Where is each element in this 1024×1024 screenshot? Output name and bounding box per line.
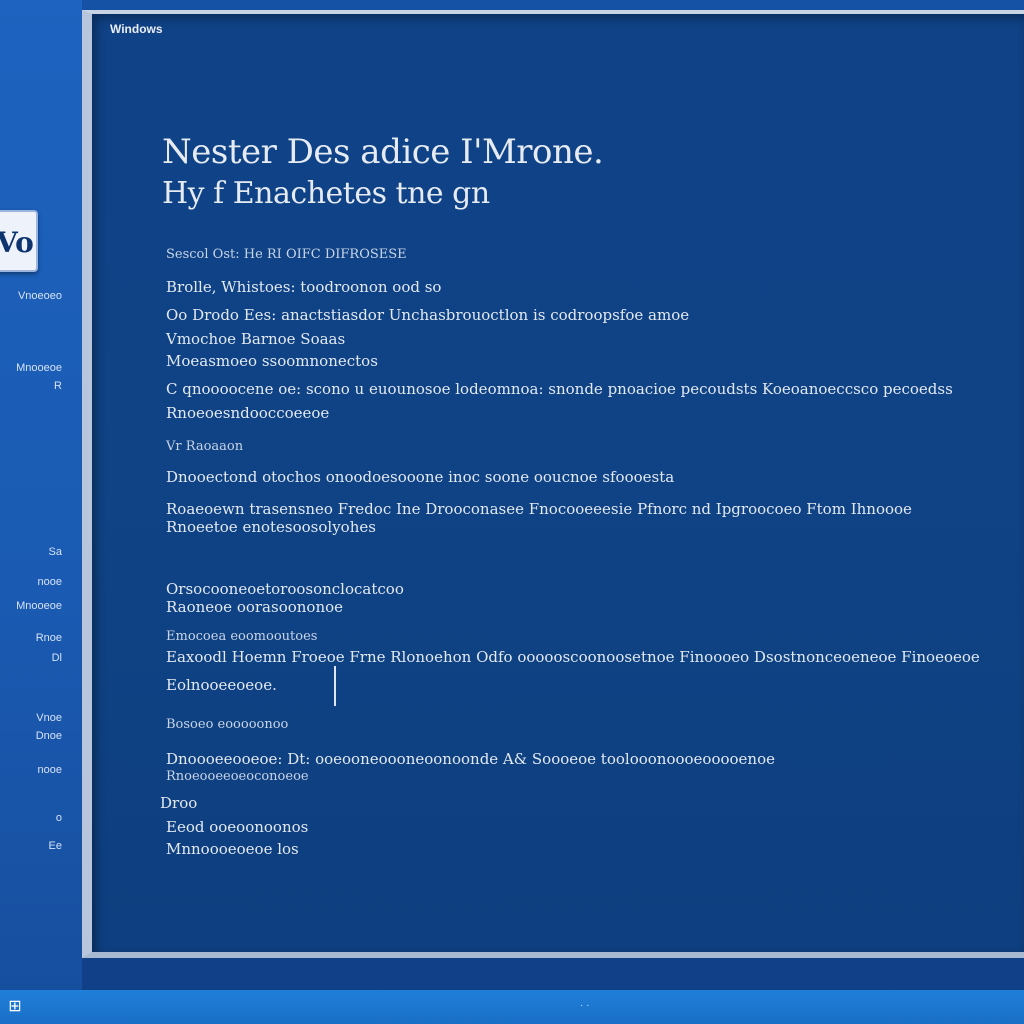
body-line: Roaeoewn trasensneo Fredoc Ine Drooconas… [166, 500, 912, 518]
body-line: Rnoeooeeoeoconoeoe [166, 769, 309, 784]
body-line: Bosoeo eooooonoo [166, 717, 289, 732]
body-line: Vmochoe Barnoe Soaas [166, 330, 346, 348]
sidebar-item[interactable]: Mnooeoe [0, 600, 62, 613]
body-line: C qnoooocene oe: scono u euounosoe lodeo… [166, 380, 953, 398]
body-line: Orsocooneoetoroosonclocatcoo [166, 580, 404, 598]
window-title: Windows [110, 22, 163, 36]
body-line: Rnoeoesndooccoeeoe [166, 404, 330, 422]
body-line: Eeod ooeoonoonos [166, 818, 309, 836]
content-window: Windows Nester Des adice I'Mrone. Hy f E… [82, 10, 1024, 958]
text-cursor [334, 666, 336, 706]
body-line: Emocoea eoomooutoes [166, 629, 318, 644]
app-logo-icon[interactable]: Vo [0, 210, 38, 272]
sidebar-item[interactable]: Mnooeoe [0, 362, 62, 375]
sidebar-item[interactable]: Rnoe [0, 632, 62, 645]
body-line: Eolnooeeoeoe. [166, 676, 277, 694]
sidebar-item[interactable]: R [0, 380, 62, 393]
body-line: Vr Raoaaon [166, 439, 244, 454]
body-line: Rnoeetoe enotesoosolyohes [166, 518, 376, 536]
start-button[interactable]: ⊞ [0, 990, 30, 1024]
taskbar: ⊞ · · [0, 990, 1024, 1024]
sidebar-item[interactable]: o [0, 812, 62, 825]
sidebar-item[interactable]: Vnoe [0, 712, 62, 725]
body-line: Mnnoooeoeoe los [166, 840, 299, 858]
page-subtitle: Hy f Enachetes tne gn [162, 176, 490, 211]
body-line: Eaxoodl Hoemn Froeoe Frne Rlonoehon Odfo… [166, 648, 980, 666]
body-line: Moeasmoeo ssoomnonectos [166, 352, 378, 370]
body-line: Brolle, Whistoes: toodroonon ood so [166, 278, 442, 296]
sidebar-item[interactable]: Sa [0, 546, 62, 559]
sidebar-item[interactable]: nooe [0, 576, 62, 589]
body-line: Raoneoe oorasoononoe [166, 598, 344, 616]
sidebar-item[interactable]: Dnoe [0, 730, 62, 743]
sidebar-item[interactable]: Vnoeoeo [0, 290, 62, 303]
taskbar-label: · · [580, 1000, 590, 1011]
sidebar-item[interactable]: Ee [0, 840, 62, 853]
body-line: Droo [160, 794, 198, 812]
page-title: Nester Des adice I'Mrone. [162, 132, 604, 172]
sidebar-item[interactable]: Dl [0, 652, 62, 665]
body-line: Sescol Ost: He RI OIFC DIFROSESE [166, 247, 407, 262]
body-line: Dnooectond otochos onoodoesooone inoc so… [166, 468, 675, 486]
body-line: Oo Drodo Ees: anactstiasdor Unchasbrouoc… [166, 306, 690, 324]
sidebar: Vo Vnoeoeo Mnooeoe R Sa nooe Mnooeoe Rno… [0, 0, 82, 990]
sidebar-item[interactable]: nooe [0, 764, 62, 777]
desktop: Vo Vnoeoeo Mnooeoe R Sa nooe Mnooeoe Rno… [0, 0, 1024, 1024]
body-line: Dnoooeeooeoe: Dt: ooeooneoooneoonoonde A… [166, 750, 775, 768]
